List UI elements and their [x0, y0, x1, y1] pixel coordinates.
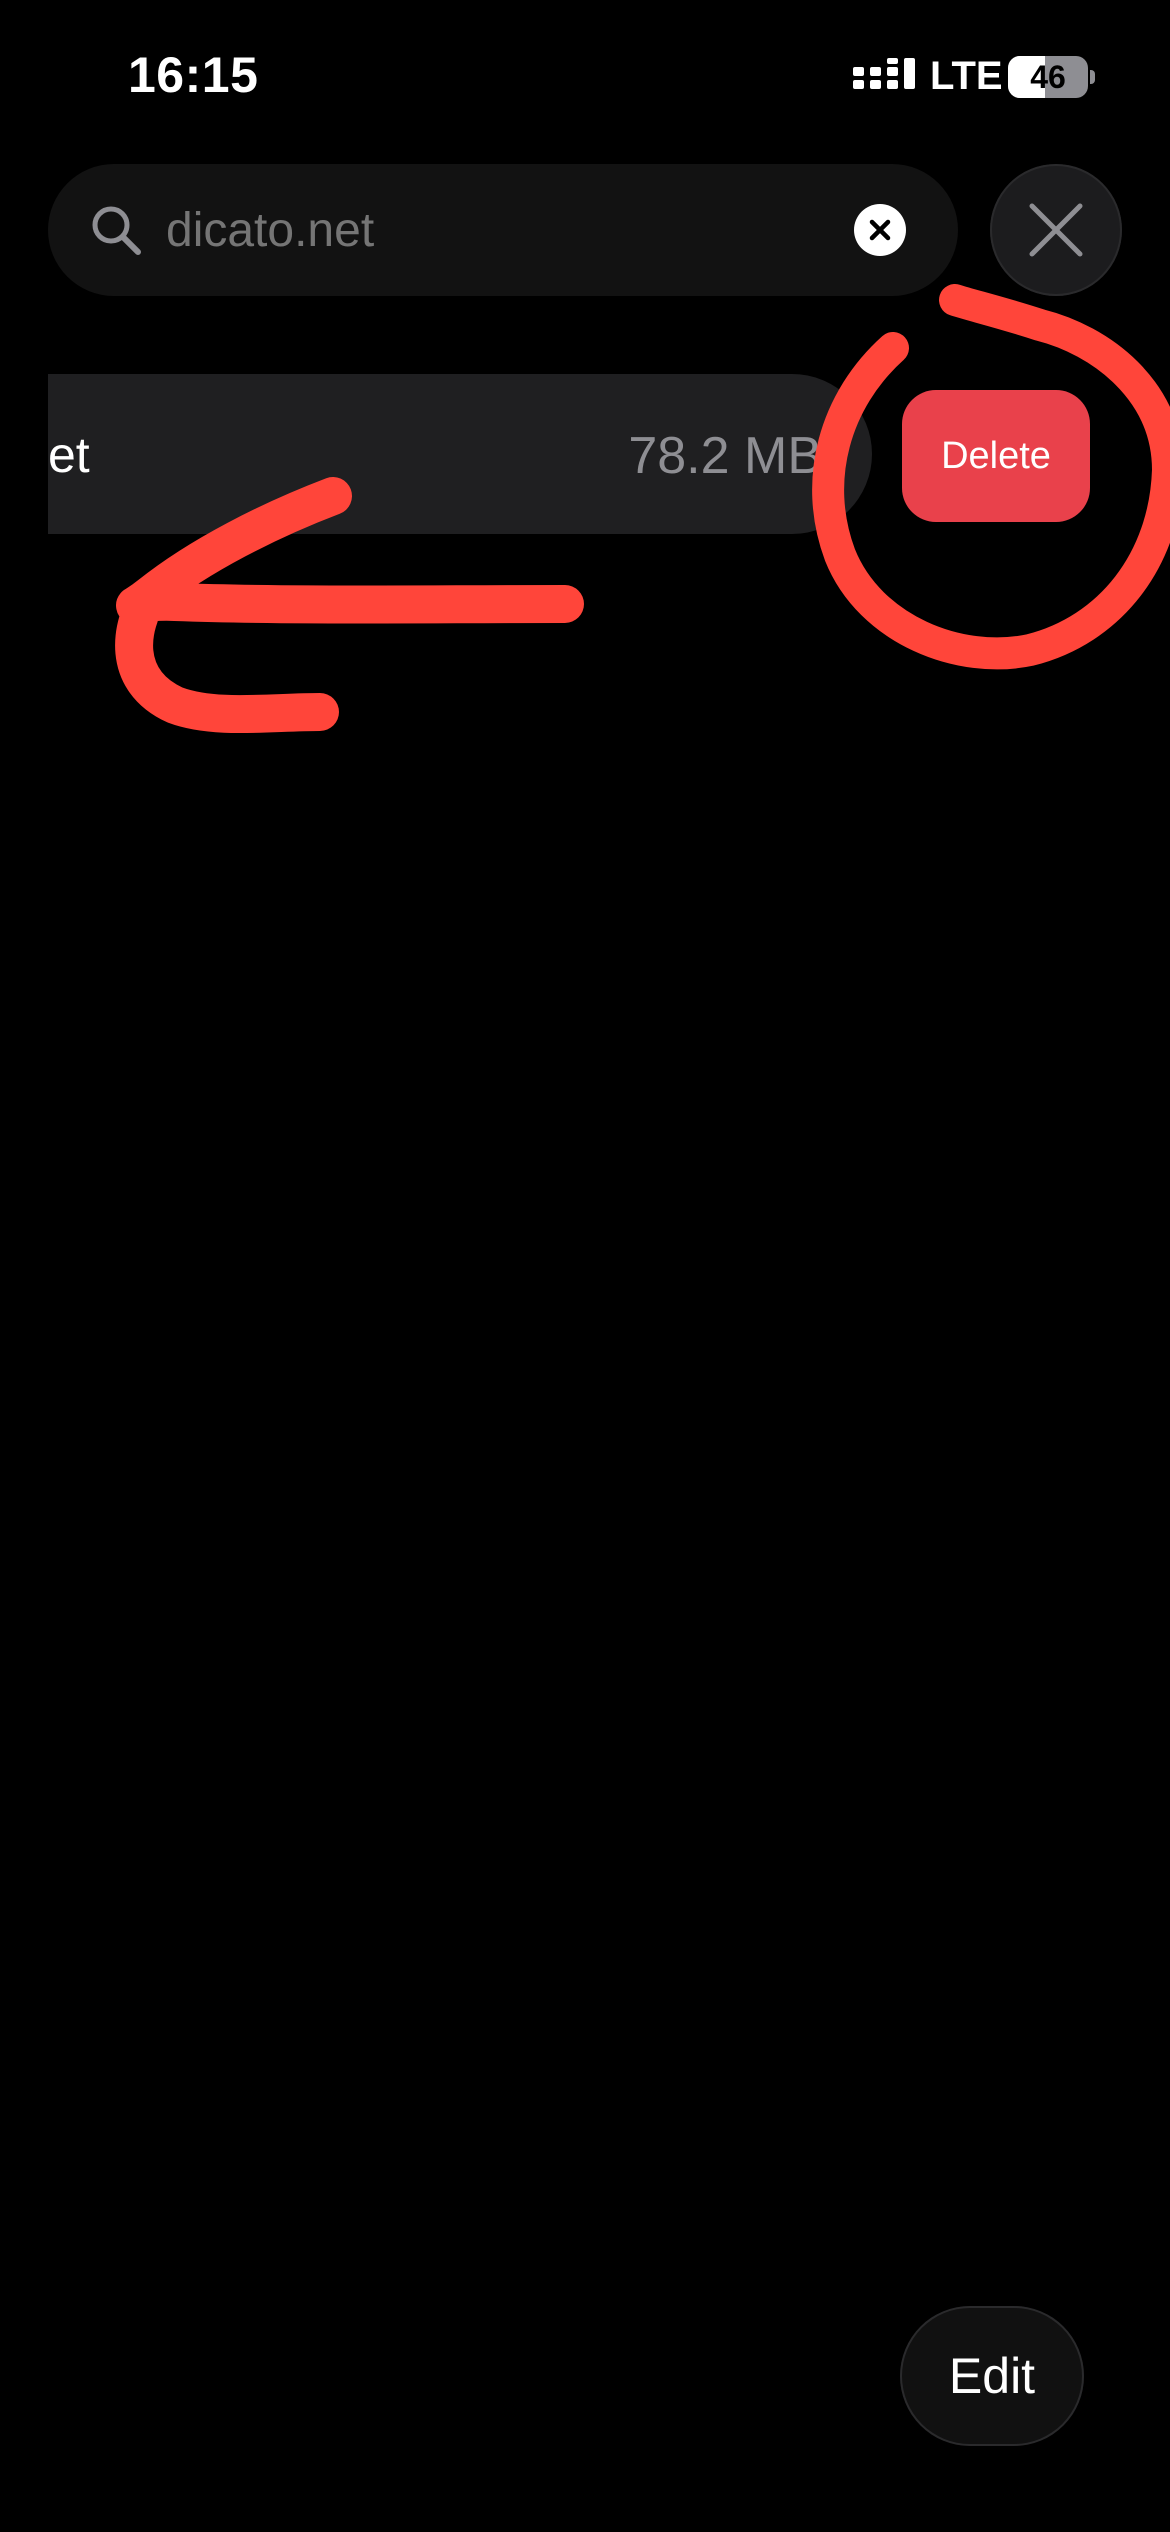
battery-percentage: 46 [1030, 58, 1066, 95]
list-item-name: et [48, 427, 90, 483]
search-bar[interactable] [48, 164, 958, 296]
close-button[interactable] [990, 164, 1122, 296]
battery-nub [1090, 70, 1095, 84]
close-icon [1029, 203, 1083, 257]
edit-button[interactable]: Edit [900, 2306, 1084, 2446]
list-item-size: 78.2 MB [628, 427, 822, 485]
delete-button[interactable]: Delete [902, 390, 1090, 522]
status-time: 16:15 [128, 47, 259, 103]
search-icon [92, 206, 141, 255]
battery-icon: 46 [1008, 56, 1088, 98]
clear-search-button[interactable] [854, 204, 906, 256]
list-item[interactable]: et 78.2 MB [48, 374, 872, 534]
network-type: LTE [930, 54, 1003, 98]
clear-circle-icon [869, 219, 891, 241]
search-input[interactable] [166, 194, 866, 266]
signal-icon [853, 58, 915, 89]
